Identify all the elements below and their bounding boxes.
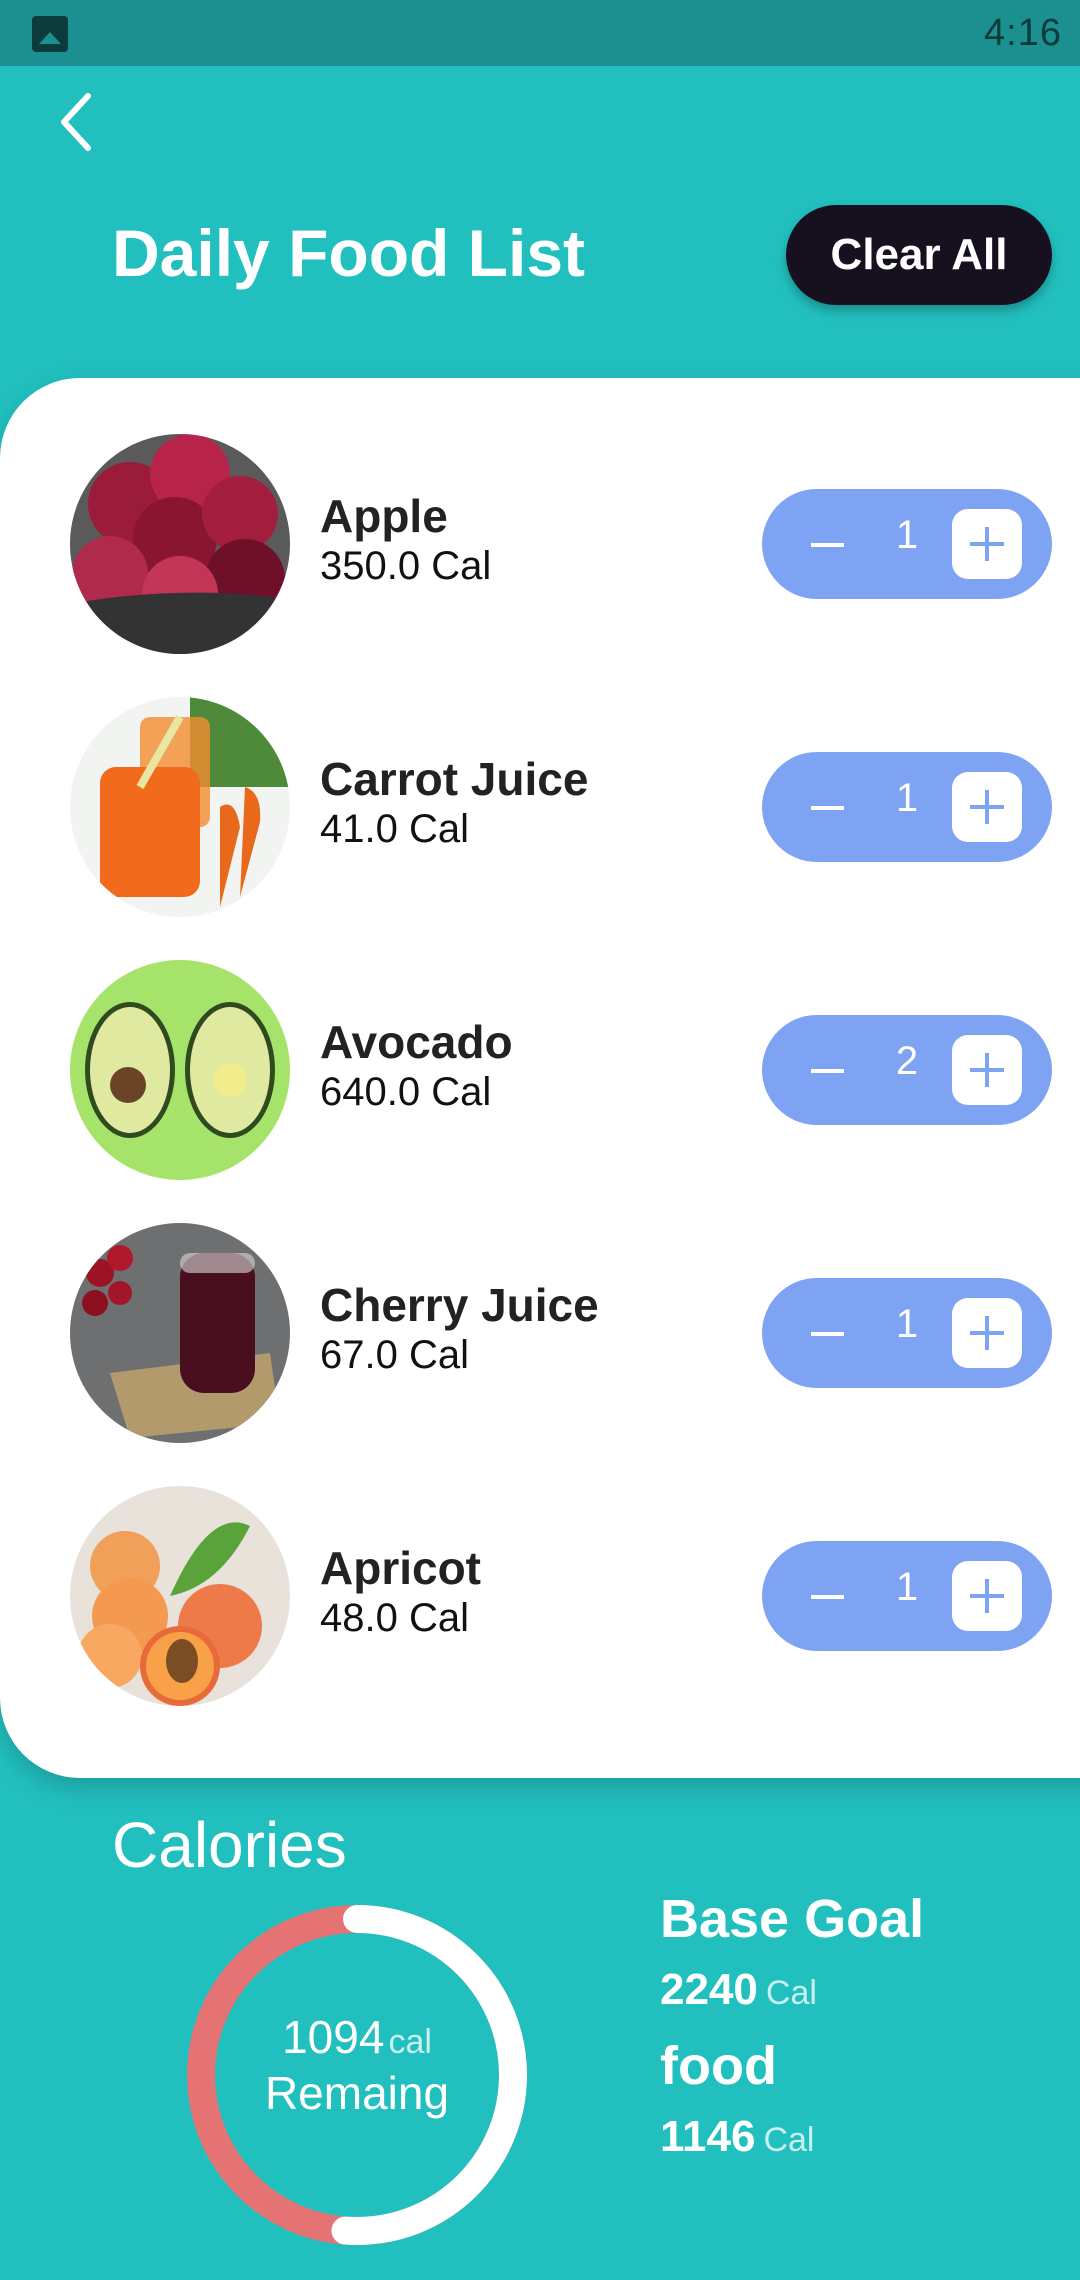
food-calories: 67.0 Cal: [320, 1333, 469, 1377]
food-calories: 350.0 Cal: [320, 544, 492, 588]
quantity-stepper: 1: [762, 1278, 1052, 1388]
quantity-stepper: 1: [762, 489, 1052, 599]
food-value: 1146 Cal: [660, 2112, 815, 2162]
increment-button[interactable]: [952, 1035, 1022, 1105]
decrement-button[interactable]: [802, 782, 852, 832]
base-goal-unit: Cal: [765, 1974, 817, 2012]
food-item-cherry-juice[interactable]: Cherry Juice 67.0 Cal 1: [0, 1218, 1080, 1448]
remaining-unit: cal: [388, 2023, 432, 2061]
decrement-button[interactable]: [802, 519, 852, 569]
quantity-value: 1: [895, 776, 919, 820]
remaining-calories: 1094 cal Remaing: [187, 2010, 527, 2120]
increment-button[interactable]: [952, 509, 1022, 579]
quantity-value: 1: [895, 1302, 919, 1346]
food-name: Apple: [320, 490, 448, 542]
quantity-value: 2: [895, 1039, 919, 1083]
food-name: Carrot Juice: [320, 753, 589, 805]
increment-button[interactable]: [952, 1561, 1022, 1631]
food-label: food: [660, 2036, 777, 2096]
decrement-button[interactable]: [802, 1308, 852, 1358]
clear-all-button[interactable]: Clear All: [786, 205, 1052, 305]
food-name: Cherry Juice: [320, 1279, 599, 1331]
calories-title: Calories: [112, 1809, 347, 1881]
base-goal-value: 2240 Cal: [660, 1965, 817, 2015]
food-item-apricot[interactable]: Apricot 48.0 Cal 1: [0, 1481, 1080, 1711]
decrement-button[interactable]: [802, 1571, 852, 1621]
food-item-apple[interactable]: Apple 350.0 Cal 1: [0, 429, 1080, 659]
remaining-value: 1094: [282, 2011, 385, 2063]
food-name: Avocado: [320, 1016, 513, 1068]
food-item-avocado[interactable]: Avocado 640.0 Cal 2: [0, 955, 1080, 1185]
quantity-value: 1: [895, 1565, 919, 1609]
food-calories: 41.0 Cal: [320, 807, 469, 851]
base-goal-number: 2240: [660, 1965, 758, 2014]
image-icon: [32, 16, 68, 52]
food-image-apricot: [70, 1486, 290, 1706]
food-calories: 48.0 Cal: [320, 1596, 469, 1640]
food-image-carrot-juice: [70, 697, 290, 917]
food-unit: Cal: [763, 2121, 815, 2159]
decrement-button[interactable]: [802, 1045, 852, 1095]
quantity-stepper: 2: [762, 1015, 1052, 1125]
food-name: Apricot: [320, 1542, 481, 1594]
food-image-cherry-juice: [70, 1223, 290, 1443]
quantity-stepper: 1: [762, 752, 1052, 862]
status-bar: 4:16: [0, 0, 1080, 66]
status-time: 4:16: [984, 12, 1062, 54]
food-calories: 640.0 Cal: [320, 1070, 492, 1114]
base-goal-label: Base Goal: [660, 1889, 925, 1949]
back-button[interactable]: [50, 88, 110, 156]
food-number: 1146: [660, 2112, 756, 2161]
quantity-value: 1: [895, 513, 919, 557]
food-image-avocado: [70, 960, 290, 1180]
food-item-carrot-juice[interactable]: Carrot Juice 41.0 Cal 1: [0, 692, 1080, 922]
remaining-label: Remaing: [264, 2067, 450, 2119]
page-title: Daily Food List: [112, 216, 586, 290]
quantity-stepper: 1: [762, 1541, 1052, 1651]
food-image-apple: [70, 434, 290, 654]
increment-button[interactable]: [952, 1298, 1022, 1368]
increment-button[interactable]: [952, 772, 1022, 842]
chevron-left-icon: [61, 93, 91, 151]
